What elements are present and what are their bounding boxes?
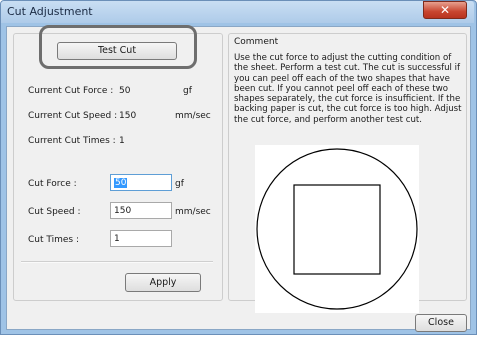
cut-times-input[interactable]: 1: [110, 230, 172, 247]
inner-square-shape: [293, 184, 381, 275]
current-cut-force-value: 50: [119, 86, 131, 96]
current-cut-force-unit: gf: [183, 86, 192, 96]
cut-times-value: 1: [114, 234, 120, 244]
comment-text: Use the cut force to adjust the cutting …: [234, 53, 462, 125]
outer-circle-shape: [256, 148, 418, 310]
test-cut-shapes-svg: [256, 148, 418, 310]
current-cut-speed-unit: mm/sec: [175, 111, 211, 121]
cut-force-label: Cut Force :: [28, 179, 77, 189]
title-bar[interactable]: Cut Adjustment: [1, 1, 474, 23]
window-title: Cut Adjustment: [7, 5, 93, 18]
cut-speed-value: 150: [114, 206, 132, 216]
cut-force-unit: gf: [175, 179, 184, 189]
cut-force-value: 50: [114, 178, 128, 188]
current-cut-speed-label: Current Cut Speed :: [28, 111, 118, 121]
cut-speed-input[interactable]: 150: [110, 202, 172, 219]
current-cut-speed-value: 150: [119, 111, 137, 121]
dialog-client-area: Test Cut Current Cut Force : 50 gf Curre…: [6, 25, 471, 332]
comment-heading: Comment: [234, 37, 279, 47]
test-cut-button[interactable]: Test Cut: [57, 42, 177, 60]
current-cut-times-value: 1: [119, 136, 125, 146]
current-cut-times-label: Current Cut Times :: [28, 136, 116, 146]
current-cut-force-label: Current Cut Force :: [28, 86, 114, 96]
cut-speed-label: Cut Speed :: [28, 207, 81, 217]
test-cut-diagram: [255, 145, 419, 313]
window-close-button[interactable]: ✕: [423, 1, 467, 19]
left-separator: [21, 261, 213, 263]
cut-speed-unit: mm/sec: [175, 207, 211, 217]
apply-button[interactable]: Apply: [125, 273, 201, 292]
cut-force-input[interactable]: 50: [110, 174, 172, 191]
cut-times-label: Cut Times :: [28, 235, 79, 245]
close-button[interactable]: Close: [415, 314, 467, 332]
